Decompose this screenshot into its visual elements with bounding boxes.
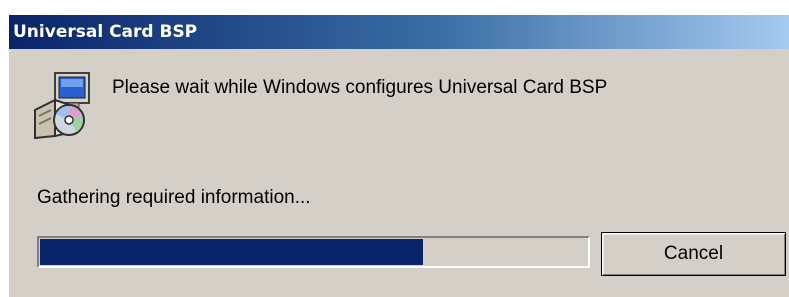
progress-fill xyxy=(40,239,423,265)
window-title: Universal Card BSP xyxy=(13,22,198,42)
cancel-button[interactable]: Cancel xyxy=(601,232,786,276)
progress-bar xyxy=(37,236,590,268)
configure-message: Please wait while Windows configures Uni… xyxy=(112,77,608,98)
progress-track xyxy=(40,239,587,265)
status-text: Gathering required information... xyxy=(37,187,311,208)
installer-setup-icon xyxy=(34,72,90,140)
title-bar[interactable]: Universal Card BSP xyxy=(9,15,789,49)
installer-dialog: Universal Card BSP Please wait while Win… xyxy=(8,15,789,297)
